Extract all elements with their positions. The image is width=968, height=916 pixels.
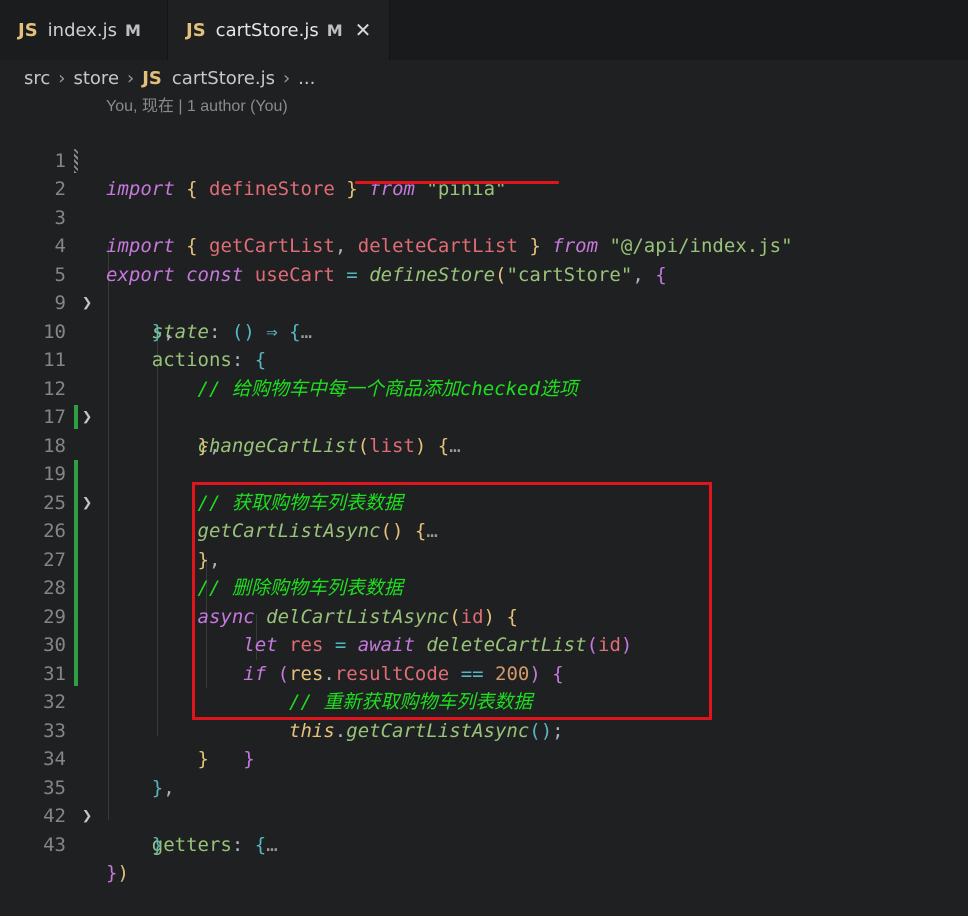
- gutter-added-marker: [74, 517, 78, 546]
- highlight-box: [192, 482, 712, 720]
- code-line: 34 },: [0, 717, 968, 799]
- javascript-file-icon: JS: [18, 19, 38, 41]
- chevron-right-icon: ›: [58, 67, 66, 89]
- breadcrumb-item-more[interactable]: ...: [298, 68, 315, 89]
- breadcrumb-item-file[interactable]: cartStore.js: [172, 68, 275, 89]
- git-blame-annotation[interactable]: You, 现在 | 1 author (You): [106, 96, 288, 118]
- code-line: 42 }: [0, 774, 968, 856]
- tab-index-js[interactable]: JS index.js M: [0, 0, 168, 60]
- code-text: }: [151, 833, 164, 856]
- gutter-added-marker: [74, 659, 78, 686]
- tab-label: cartStore.js: [215, 19, 319, 41]
- code-line: 35 ❯ getters: {…: [0, 745, 968, 856]
- javascript-file-icon: JS: [142, 67, 162, 89]
- gutter-added-marker: [74, 460, 78, 489]
- code-line: 19 ❯ getCartListAsync() {…: [0, 432, 968, 542]
- close-icon[interactable]: ✕: [355, 18, 372, 42]
- gutter-added-marker: [74, 488, 78, 517]
- gutter-added-marker: [74, 602, 78, 631]
- gutter-added-marker: [74, 631, 78, 660]
- tab-label: index.js: [47, 19, 118, 41]
- breadcrumb-item-store[interactable]: store: [73, 68, 119, 89]
- code-line: 17 },: [0, 375, 968, 457]
- tab-cartstore-js[interactable]: JS cartStore.js M ✕: [168, 0, 390, 60]
- chevron-right-icon: ›: [282, 67, 291, 89]
- code-line: 4 export const useCart = defineStore("ca…: [0, 204, 968, 286]
- line-number: 43: [43, 833, 66, 856]
- gutter-change-marker: [74, 148, 78, 173]
- code-editor[interactable]: You, 现在 | 1 author (You) 1 import { defi…: [0, 96, 968, 885]
- code-line: 12 ❯ changeCartList(list) {…: [0, 346, 968, 457]
- code-line: 1 import { defineStore } from "pinia": [0, 118, 968, 201]
- code-line: 43 }): [0, 802, 968, 885]
- modified-indicator: M: [125, 20, 141, 40]
- code-line: 2 import { getCartList, deleteCartList }…: [0, 147, 968, 257]
- code-line: 18 // 获取购物车列表数据: [0, 403, 968, 514]
- code-text: }): [106, 862, 129, 884]
- javascript-file-icon: JS: [186, 19, 206, 41]
- chevron-right-icon: ›: [127, 67, 135, 89]
- editor-tab-bar: JS index.js M JS cartStore.js M ✕: [0, 0, 968, 60]
- code-line: 11 // 给购物车中每一个商品添加checked选项: [0, 318, 968, 400]
- gutter-added-marker: [74, 545, 78, 574]
- highlight-underline: [355, 181, 559, 184]
- code-line: 9 },: [0, 261, 968, 343]
- code-line: 10 actions: {: [0, 289, 968, 372]
- gutter-added-marker: [74, 574, 78, 603]
- breadcrumb: src › store › JS cartStore.js › ...: [0, 60, 968, 96]
- code-line: 3: [0, 175, 968, 229]
- gutter-added-marker: [74, 405, 78, 429]
- breadcrumb-item-src[interactable]: src: [24, 68, 50, 89]
- code-line: 5 ❯ state: () ⇒ {…: [0, 232, 968, 343]
- modified-indicator: M: [326, 20, 343, 40]
